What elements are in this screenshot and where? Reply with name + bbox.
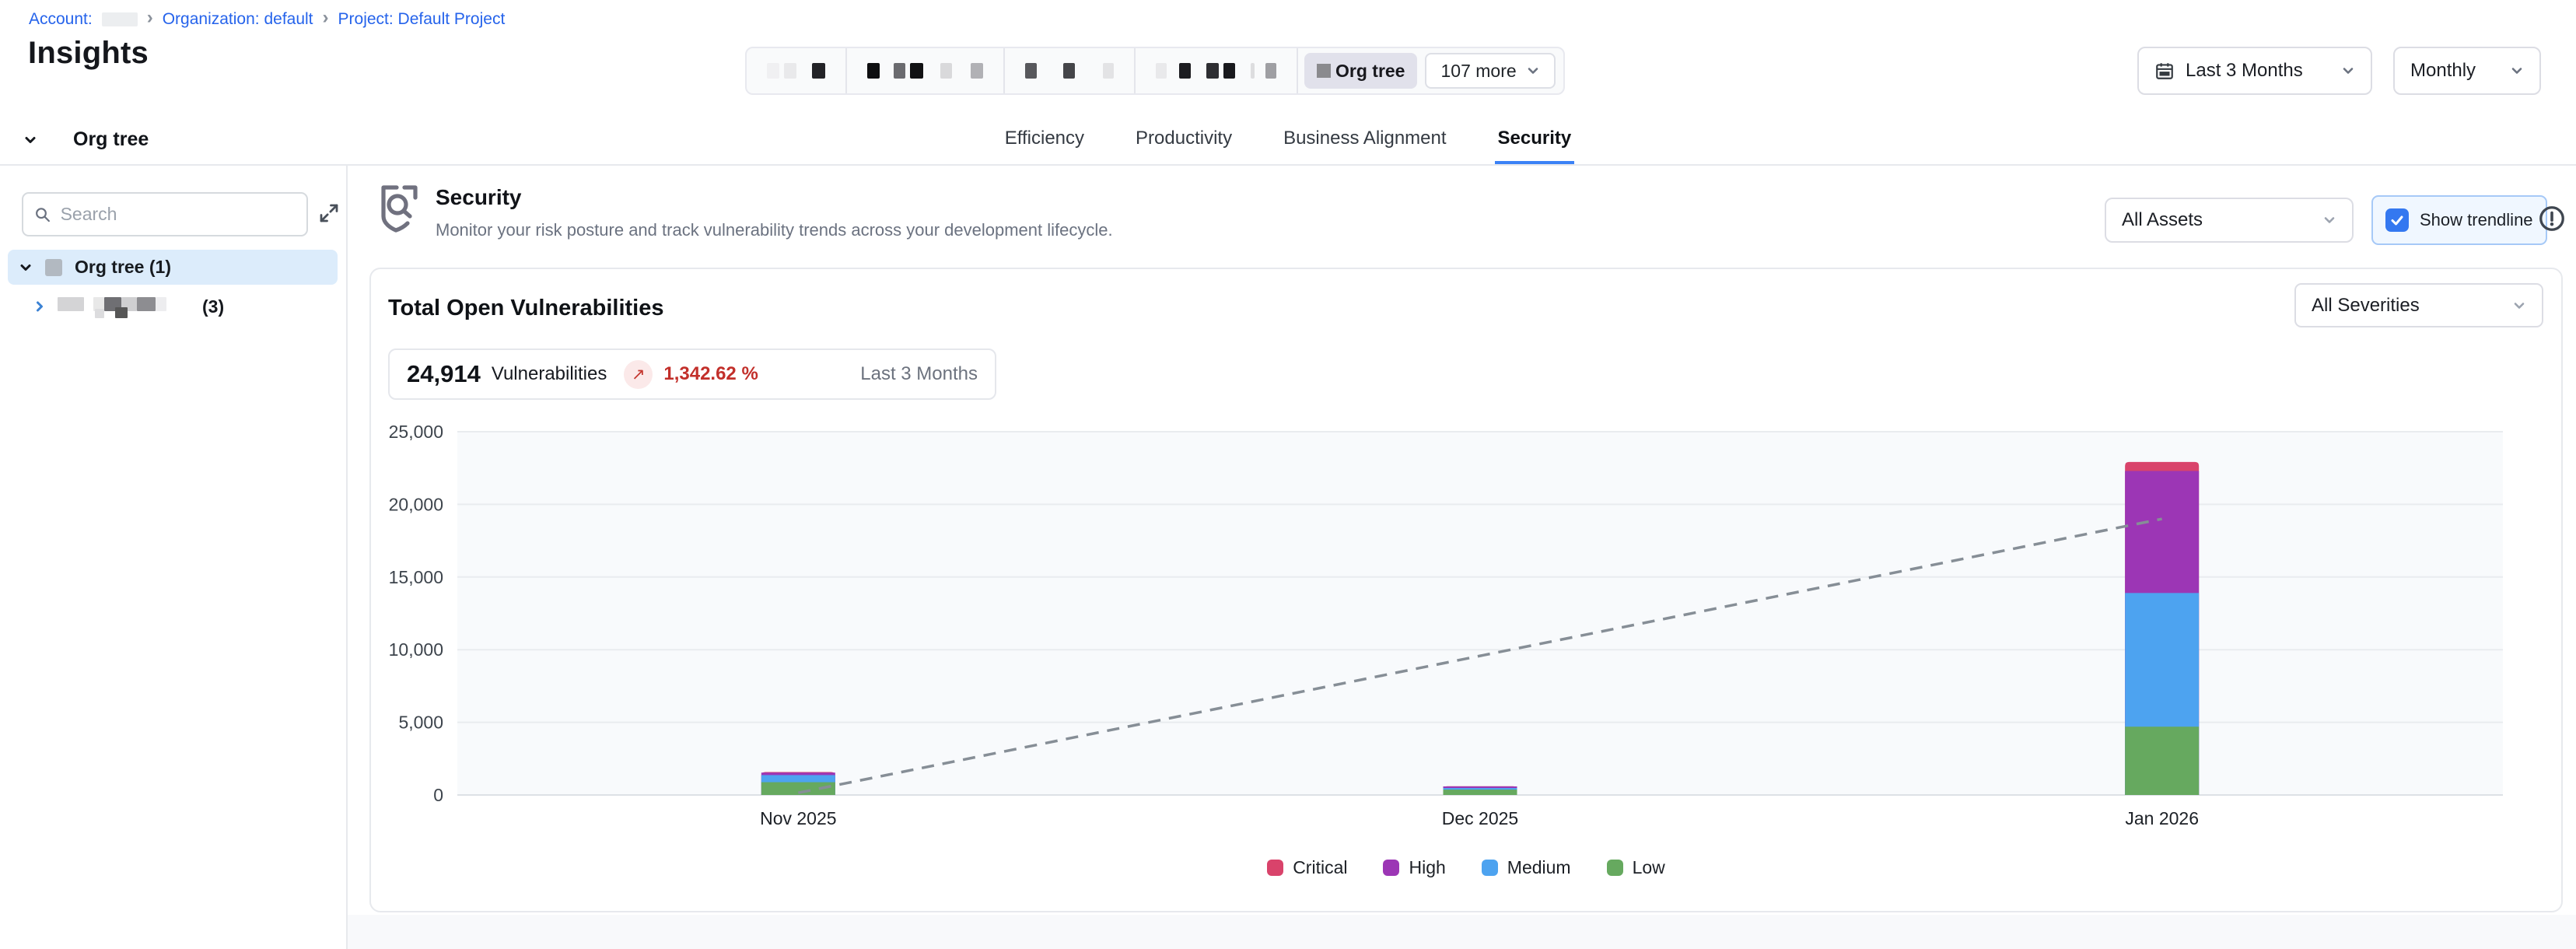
granularity-value: Monthly [2410,60,2476,82]
sidebar-panel-title: Org tree [73,128,149,151]
chevron-down-icon [2341,64,2355,78]
svg-text:0: 0 [433,785,443,805]
breadcrumb: Account: › Organization: default › Proje… [29,10,505,29]
severity-filter-dropdown[interactable]: All Severities [2294,283,2543,327]
page-background-strip [348,915,2576,949]
tree-node-org-tree[interactable]: Org tree (1) [8,250,338,285]
stat-delta: 1,342.62 % [663,363,758,385]
trendline-label: Show trendline [2420,210,2533,230]
org-tree-scope-chip[interactable]: Org tree [1304,53,1417,89]
redacted-node-name [58,295,191,318]
chevron-down-icon [2510,64,2524,78]
total-open-vulnerabilities-card: Total Open Vulnerabilities All Severitie… [369,268,2563,912]
svg-text:20,000: 20,000 [389,494,443,514]
scope-segment-2[interactable] [847,48,1005,93]
scope-segment-3[interactable] [1005,48,1136,93]
tree-node-child[interactable]: (3) [33,291,224,322]
redacted-account-name [102,12,138,26]
tab-productivity[interactable]: Productivity [1132,117,1235,165]
section-description: Monitor your risk posture and track vuln… [436,220,1113,240]
legend-item-low[interactable]: Low [1607,857,1665,878]
svg-text:15,000: 15,000 [389,567,443,587]
legend-swatch-low [1607,860,1623,876]
chevron-right-icon [33,299,47,313]
breadcrumb-account-link[interactable]: Account: [29,10,93,29]
insights-page: Account: › Organization: default › Proje… [0,0,2576,949]
search-icon [34,205,51,224]
check-icon [2389,212,2405,228]
expand-panel-button[interactable] [315,199,343,227]
breadcrumb-project-link[interactable]: Project: Default Project [338,10,506,29]
vulnerability-stat-card: 24,914 Vulnerabilities ↗ 1,342.62 % Last… [388,348,996,400]
legend-swatch-high [1383,860,1399,876]
calendar-icon [2154,61,2175,81]
chevron-down-icon [23,133,37,147]
legend-label: Low [1633,857,1665,878]
more-scopes-button[interactable]: 107 more [1425,53,1555,89]
sidebar-divider[interactable] [346,165,348,949]
trendline-checkbox[interactable] [2385,208,2409,232]
svg-text:Jan 2026: Jan 2026 [2125,808,2199,828]
more-scopes-label: 107 more [1440,61,1516,82]
tab-business-alignment[interactable]: Business Alignment [1280,117,1449,165]
org-tree-chip-label: Org tree [1335,61,1405,82]
trend-up-arrow-icon: ↗ [624,360,653,389]
stat-unit: Vulnerabilities [492,363,607,385]
assets-filter-value: All Assets [2122,209,2203,231]
expand-icon [317,201,341,225]
severity-filter-value: All Severities [2312,295,2420,317]
legend-item-critical[interactable]: Critical [1267,857,1347,878]
show-trendline-toggle[interactable]: Show trendline [2371,195,2547,245]
legend-label: High [1409,857,1445,878]
date-range-dropdown[interactable]: Last 3 Months [2137,47,2372,95]
scope-segment-4[interactable] [1136,48,1298,93]
security-shield-icon [378,184,423,239]
breadcrumb-separator-icon: › [147,9,153,27]
chevron-down-icon [19,261,33,275]
org-tree-chip-icon [1317,64,1331,78]
tab-efficiency[interactable]: Efficiency [1002,117,1087,165]
scope-filter-toolbar: Org tree 107 more [745,47,1565,95]
chevron-down-icon [2512,299,2526,313]
sidebar-panel-header[interactable]: Org tree [23,128,149,151]
svg-text:10,000: 10,000 [389,639,443,660]
legend-swatch-medium [1482,860,1498,876]
vulnerabilities-stacked-bar-chart[interactable]: 0 5,000 10,000 15,000 20,000 25,000 Nov 2025 De… [383,422,2553,846]
tree-node-label: Org tree (1) [75,257,171,278]
svg-text:25,000: 25,000 [389,422,443,442]
tree-node-count: (3) [202,296,224,317]
assets-filter-dropdown[interactable]: All Assets [2105,198,2354,243]
legend-item-medium[interactable]: Medium [1482,857,1571,878]
legend-swatch-critical [1267,860,1283,876]
legend-label: Medium [1507,857,1571,878]
chart-legend: Critical High Medium Low [371,857,2561,878]
tabs-divider [0,164,2576,166]
stat-value: 24,914 [407,360,481,388]
org-tree-search[interactable] [22,192,308,236]
org-node-icon [45,259,62,276]
breadcrumb-separator-icon: › [323,9,329,27]
svg-text:5,000: 5,000 [398,713,443,733]
breadcrumb-organization-link[interactable]: Organization: default [163,10,313,29]
svg-text:Nov 2025: Nov 2025 [760,808,836,828]
granularity-dropdown[interactable]: Monthly [2393,47,2541,95]
search-input[interactable] [61,204,296,225]
chevron-down-icon [1526,64,1540,78]
legend-label: Critical [1293,857,1347,878]
legend-item-high[interactable]: High [1383,857,1445,878]
card-title: Total Open Vulnerabilities [388,296,664,321]
scope-segment-1[interactable] [747,48,847,93]
stat-period: Last 3 Months [860,363,978,385]
date-range-value: Last 3 Months [2186,60,2303,82]
section-title: Security [436,185,522,210]
info-icon[interactable] [2537,204,2567,233]
tab-security[interactable]: Security [1495,117,1575,165]
chevron-down-icon [2322,213,2336,227]
insights-tabs: Efficiency Productivity Business Alignme… [0,117,2576,165]
svg-text:Dec 2025: Dec 2025 [1442,808,1518,828]
chart-canvas: 0 5,000 10,000 15,000 20,000 25,000 Nov 2025 De… [383,422,2553,846]
page-title: Insights [28,36,149,71]
